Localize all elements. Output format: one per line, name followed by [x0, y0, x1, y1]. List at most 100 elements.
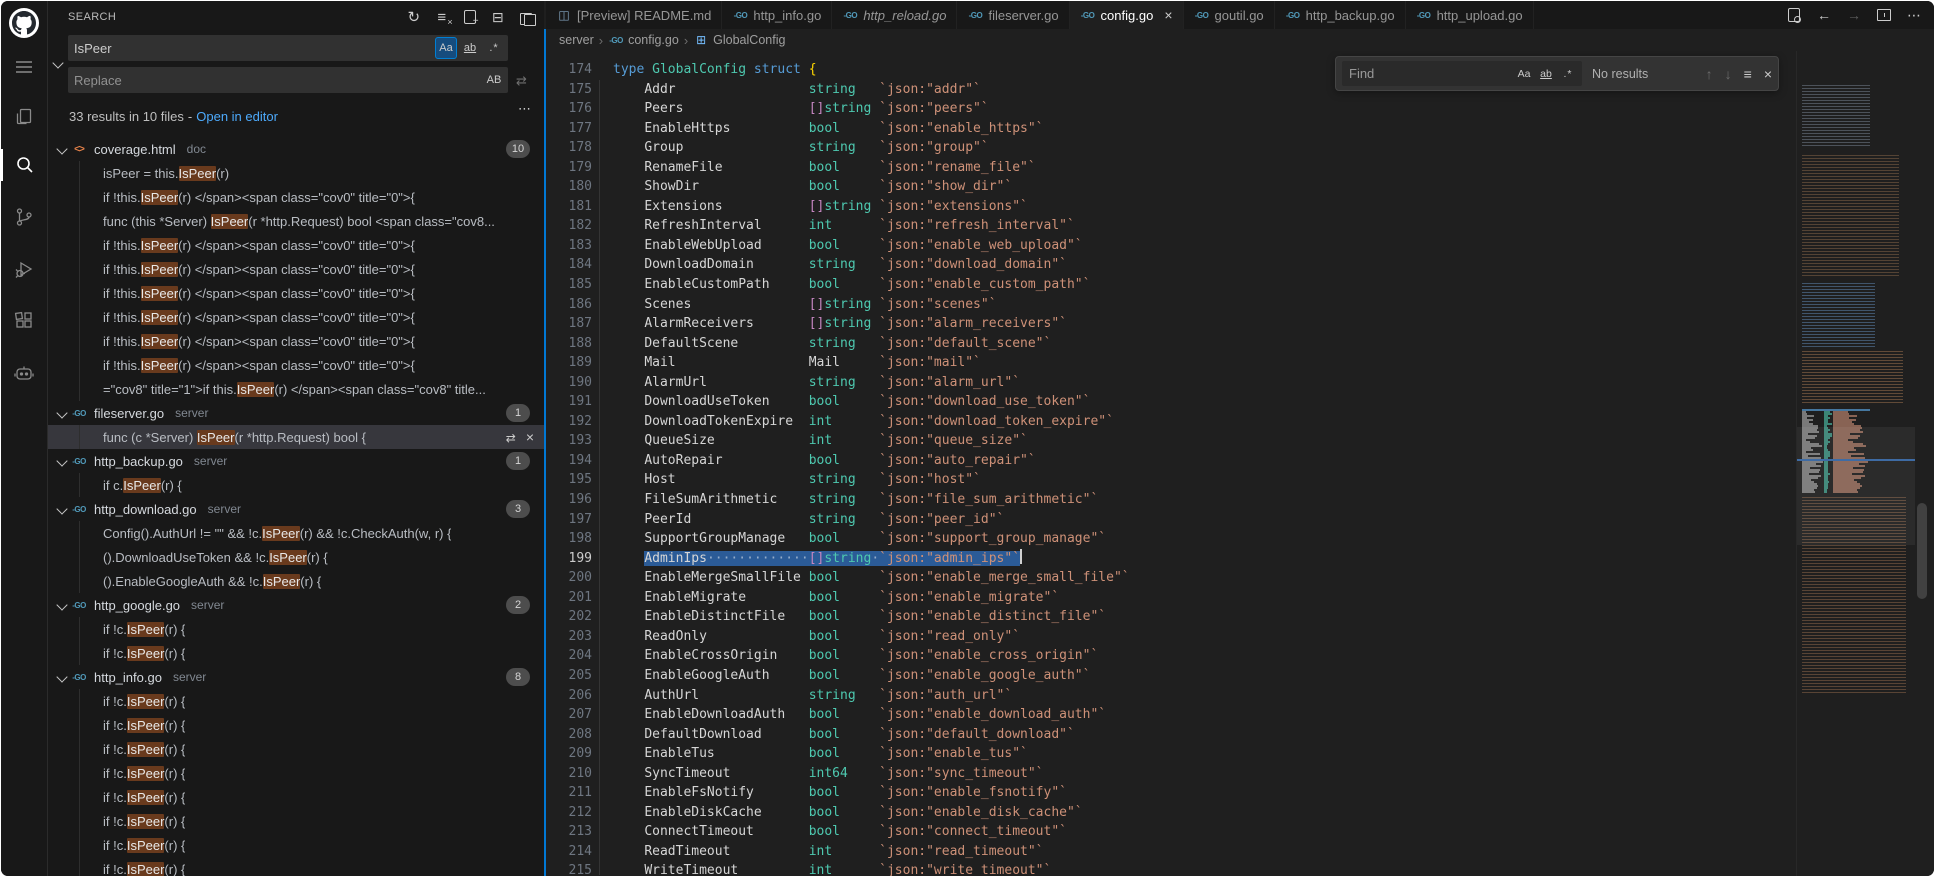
code-line[interactable]: 177 EnableHttps bool `json:"enable_https…	[546, 119, 1789, 139]
code-line[interactable]: 187 AlarmReceivers []string `json:"alarm…	[546, 314, 1789, 334]
match-row[interactable]: ="cov8" title="1">if this.IsPeer(r) </sp…	[48, 377, 544, 401]
find-regex-toggle[interactable]: .*	[1558, 64, 1578, 84]
match-row[interactable]: if !this.IsPeer(r) </span><span class="c…	[48, 353, 544, 377]
code-line[interactable]: 193 QueueSize int `json:"queue_size"`	[546, 431, 1789, 451]
find-match-case-toggle[interactable]: Aa	[1514, 64, 1534, 84]
match-row[interactable]: func (this *Server) IsPeer(r *http.Reque…	[48, 209, 544, 233]
file-result-row[interactable]: coverage.htmldoc10	[48, 137, 544, 161]
tab-http-info-go[interactable]: http_info.go	[722, 1, 832, 29]
code-line[interactable]: 214 ReadTimeout int `json:"read_timeout"…	[546, 842, 1789, 862]
more-actions-icon[interactable]: ⋯	[1906, 7, 1922, 23]
search-icon[interactable]	[1, 145, 47, 185]
file-result-row[interactable]: http_google.goserver2	[48, 593, 544, 617]
code-line[interactable]: 184 DownloadDomain string `json:"downloa…	[546, 255, 1789, 275]
code-line[interactable]: 212 EnableDiskCache bool `json:"enable_d…	[546, 803, 1789, 823]
code-line[interactable]: 199 AdminIps·············[]string·`json:…	[546, 549, 1789, 569]
code-line[interactable]: 200 EnableMergeSmallFile bool `json:"ena…	[546, 568, 1789, 588]
match-row[interactable]: if !c.IsPeer(r) {	[48, 857, 544, 876]
tab-preview-readme-md[interactable]: [Preview] README.md	[546, 1, 722, 29]
preserve-case-toggle[interactable]: AB	[483, 69, 505, 91]
match-row[interactable]: ().DownloadUseToken && !c.IsPeer(r) {	[48, 545, 544, 569]
code-line[interactable]: 196 FileSumArithmetic string `json:"file…	[546, 490, 1789, 510]
minimap[interactable]	[1796, 51, 1915, 876]
code-line[interactable]: 209 EnableTus bool `json:"enable_tus"`	[546, 744, 1789, 764]
code-line[interactable]: 204 EnableCrossOrigin bool `json:"enable…	[546, 646, 1789, 666]
match-row[interactable]: if !this.IsPeer(r) </span><span class="c…	[48, 281, 544, 305]
match-row[interactable]: if !this.IsPeer(r) </span><span class="c…	[48, 305, 544, 329]
match-row[interactable]: if !c.IsPeer(r) {	[48, 761, 544, 785]
tab-config-go[interactable]: config.go×	[1070, 1, 1184, 29]
code-line[interactable]: 192 DownloadTokenExpire int `json:"downl…	[546, 412, 1789, 432]
match-row[interactable]: if !this.IsPeer(r) </span><span class="c…	[48, 257, 544, 281]
code-line[interactable]: 179 RenameFile bool `json:"rename_file"`	[546, 158, 1789, 178]
code-line[interactable]: 188 DefaultScene string `json:"default_s…	[546, 334, 1789, 354]
tab-goutil-go[interactable]: goutil.go	[1184, 1, 1275, 29]
open-new-search-editor-icon[interactable]	[464, 10, 476, 24]
toggle-search-details-icon[interactable]	[518, 101, 531, 117]
code-line[interactable]: 210 SyncTimeout int64 `json:"sync_timeou…	[546, 764, 1789, 784]
code-line[interactable]: 215 WriteTimeout int `json:"write_timeou…	[546, 861, 1789, 876]
code-line[interactable]: 207 EnableDownloadAuth bool `json:"enabl…	[546, 705, 1789, 725]
match-row[interactable]: if !this.IsPeer(r) </span><span class="c…	[48, 329, 544, 353]
replace-all-icon[interactable]	[516, 73, 527, 89]
open-in-editor-link[interactable]: Open in editor	[196, 109, 278, 124]
breadcrumb-config-go[interactable]: config.go	[608, 33, 679, 47]
match-row[interactable]: if c.IsPeer(r) {	[48, 473, 544, 497]
code-line[interactable]: 195 Host string `json:"host"`	[546, 470, 1789, 490]
breadcrumb-server[interactable]: server	[559, 33, 594, 47]
match-row[interactable]: if !c.IsPeer(r) {	[48, 689, 544, 713]
code-line[interactable]: 198 SupportGroupManage bool `json:"suppo…	[546, 529, 1789, 549]
code-line[interactable]: 202 EnableDistinctFile bool `json:"enabl…	[546, 607, 1789, 627]
code-line[interactable]: 201 EnableMigrate bool `json:"enable_mig…	[546, 588, 1789, 608]
match-row[interactable]: ().EnableGoogleAuth && !c.IsPeer(r) {	[48, 569, 544, 593]
whole-word-toggle[interactable]: ab	[459, 37, 481, 59]
code-line[interactable]: 211 EnableFsNotify bool `json:"enable_fs…	[546, 783, 1789, 803]
tab-fileserver-go[interactable]: fileserver.go	[957, 1, 1069, 29]
forward-arrow-icon[interactable]: →	[1846, 7, 1862, 23]
tab-http-backup-go[interactable]: http_backup.go	[1275, 1, 1406, 29]
search-input[interactable]	[68, 41, 435, 56]
minimap-slider[interactable]	[1797, 427, 1915, 545]
code-line[interactable]: 186 Scenes []string `json:"scenes"`	[546, 295, 1789, 315]
match-row[interactable]: if !c.IsPeer(r) {	[48, 809, 544, 833]
github-logo[interactable]	[1, 5, 47, 41]
replace-icon[interactable]	[506, 430, 516, 445]
file-result-row[interactable]: fileserver.goserver1	[48, 401, 544, 425]
code-line[interactable]: 181 Extensions []string `json:"extension…	[546, 197, 1789, 217]
code-line[interactable]: 190 AlarmUrl string `json:"alarm_url"`	[546, 373, 1789, 393]
code-line[interactable]: 205 EnableGoogleAuth bool `json:"enable_…	[546, 666, 1789, 686]
refresh-icon[interactable]	[406, 9, 422, 25]
file-result-row[interactable]: http_backup.goserver1	[48, 449, 544, 473]
file-result-row[interactable]: http_info.goserver8	[48, 665, 544, 689]
tab-http-upload-go[interactable]: http_upload.go	[1406, 1, 1534, 29]
file-result-row[interactable]: http_download.goserver3	[48, 497, 544, 521]
replace-input[interactable]	[68, 73, 483, 88]
match-row[interactable]: if !c.IsPeer(r) {	[48, 641, 544, 665]
explorer-icon[interactable]	[1, 97, 47, 137]
match-row[interactable]: if !c.IsPeer(r) {	[48, 617, 544, 641]
breadcrumb-globalconfig[interactable]: GlobalConfig	[693, 33, 785, 47]
find-in-selection-icon[interactable]: ≡	[1744, 66, 1752, 82]
code-line[interactable]: 191 DownloadUseToken bool `json:"downloa…	[546, 392, 1789, 412]
code-line[interactable]: 180 ShowDir bool `json:"show_dir"`	[546, 177, 1789, 197]
tab-http-reload-go[interactable]: http_reload.go	[832, 1, 957, 29]
code-line[interactable]: 182 RefreshInterval int `json:"refresh_i…	[546, 216, 1789, 236]
clear-search-results-icon[interactable]	[434, 9, 450, 25]
split-editor-icon[interactable]	[1876, 7, 1892, 23]
code-line[interactable]: 206 AuthUrl string `json:"auth_url"`	[546, 686, 1789, 706]
next-match-icon[interactable]: ↓	[1725, 66, 1732, 82]
match-row[interactable]: if !this.IsPeer(r) </span><span class="c…	[48, 233, 544, 257]
match-row[interactable]: if !c.IsPeer(r) {	[48, 785, 544, 809]
code-line[interactable]: 189 Mail Mail `json:"mail"`	[546, 353, 1789, 373]
code-line[interactable]: 185 EnableCustomPath bool `json:"enable_…	[546, 275, 1789, 295]
match-row[interactable]: if !c.IsPeer(r) {	[48, 737, 544, 761]
back-arrow-icon[interactable]: ←	[1816, 7, 1832, 23]
code-line[interactable]: 194 AutoRepair bool `json:"auto_repair"`	[546, 451, 1789, 471]
match-row[interactable]: if !this.IsPeer(r) </span><span class="c…	[48, 185, 544, 209]
scrollbar-thumb[interactable]	[1917, 503, 1927, 599]
close-icon[interactable]: ×	[1764, 66, 1772, 82]
match-row[interactable]: isPeer = this.IsPeer(r)	[48, 161, 544, 185]
match-row[interactable]: if !c.IsPeer(r) {	[48, 833, 544, 857]
code-line[interactable]: 213 ConnectTimeout bool `json:"connect_t…	[546, 822, 1789, 842]
code-line[interactable]: 183 EnableWebUpload bool `json:"enable_w…	[546, 236, 1789, 256]
